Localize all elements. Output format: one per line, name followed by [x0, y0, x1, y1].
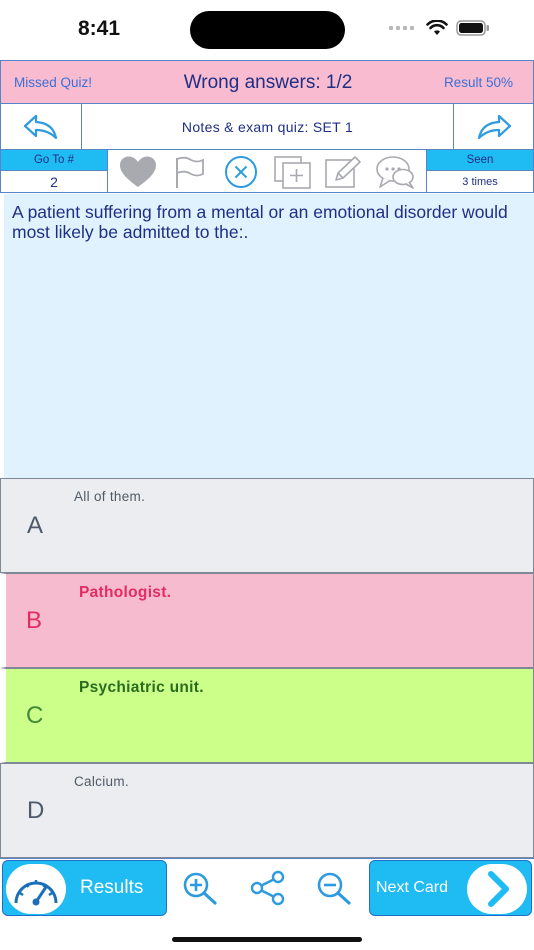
nav-row: Notes & exam quiz: SET 1 — [0, 104, 534, 150]
results-label: Results — [80, 877, 144, 898]
question-text: A patient suffering from a mental or an … — [12, 202, 508, 242]
goto-box[interactable]: Go To # 2 — [0, 150, 108, 193]
answer-letter: D — [27, 797, 45, 824]
next-card-button[interactable]: Next Card — [369, 860, 532, 916]
back-arrow-icon — [23, 114, 58, 140]
edit-icon[interactable] — [322, 152, 366, 192]
zoom-out-icon[interactable] — [314, 869, 354, 907]
seen-value: 3 times — [462, 175, 498, 188]
status-time: 8:41 — [78, 17, 121, 40]
answer-text: Calcium. — [74, 774, 129, 789]
goto-value[interactable]: 2 — [1, 171, 107, 192]
results-button[interactable]: Results — [2, 860, 167, 916]
tool-icons — [108, 150, 426, 193]
question-area: A patient suffering from a mental or an … — [4, 194, 534, 478]
answer-letter: B — [26, 607, 43, 634]
wifi-icon — [426, 20, 448, 35]
tools-row: Go To # 2 Seen 3 times — [0, 150, 534, 193]
chevron-right-icon — [467, 864, 527, 914]
answer-option-a[interactable]: A All of them. — [0, 478, 534, 573]
quiz-set-title: Notes & exam quiz: SET 1 — [181, 119, 354, 135]
forward-arrow-icon — [477, 114, 511, 140]
battery-icon — [456, 20, 489, 36]
dynamic-island — [190, 11, 345, 49]
zoom-in-icon[interactable] — [180, 869, 220, 907]
quiz-header: Missed Quiz! Wrong answers: 1/2 Result 5… — [0, 60, 534, 104]
gauge-icon — [6, 864, 66, 914]
signal-dots-icon — [389, 26, 414, 30]
share-icon[interactable] — [248, 869, 288, 907]
seen-box: Seen 3 times — [426, 150, 534, 193]
home-indicator[interactable] — [172, 937, 362, 942]
answer-letter: A — [27, 512, 44, 539]
chat-icon[interactable] — [374, 152, 418, 192]
previous-button[interactable] — [0, 104, 82, 150]
status-icons — [389, 20, 490, 36]
status-bar: 8:41 — [0, 0, 534, 60]
heart-icon[interactable] — [116, 152, 160, 192]
answer-option-d[interactable]: D Calcium. — [0, 763, 534, 858]
seen-label: Seen — [427, 150, 533, 171]
result-percentage[interactable]: Result 50% — [444, 75, 513, 90]
flag-icon[interactable] — [167, 152, 211, 192]
answer-option-c[interactable]: C Psychiatric unit. — [0, 668, 534, 763]
next-card-label: Next Card — [376, 879, 449, 896]
goto-label: Go To # — [1, 150, 107, 171]
answer-option-b[interactable]: B Pathologist. — [0, 573, 534, 668]
bottom-toolbar: Results Next Card — [0, 858, 534, 916]
next-button[interactable] — [453, 104, 534, 150]
close-circle-icon[interactable] — [219, 152, 263, 192]
answer-text: Pathologist. — [79, 584, 172, 601]
add-copy-icon[interactable] — [271, 152, 315, 192]
answer-text: Psychiatric unit. — [79, 679, 204, 696]
answer-letter: C — [26, 702, 44, 729]
answer-text: All of them. — [74, 489, 146, 504]
